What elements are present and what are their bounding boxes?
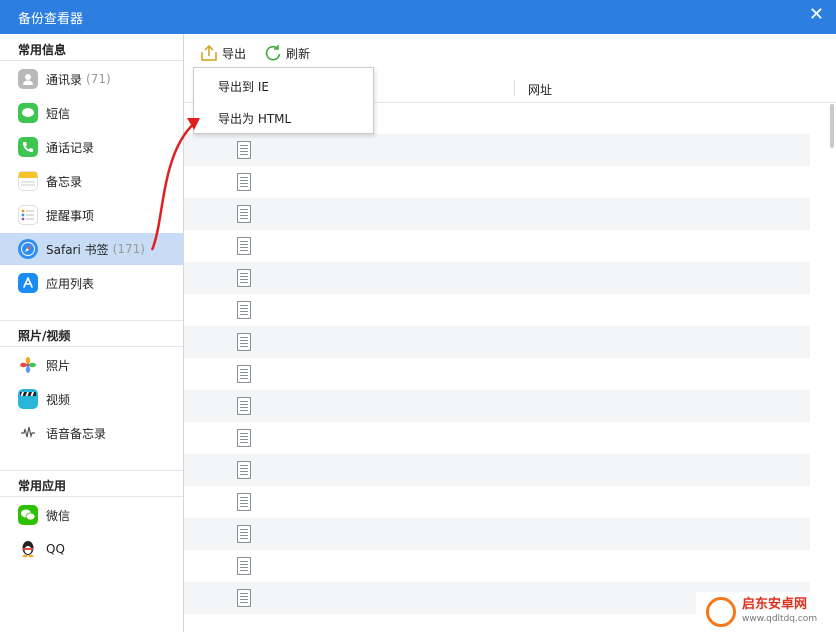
- menu-item-export-html[interactable]: 导出为 HTML: [218, 110, 291, 127]
- sidebar-item-call-log[interactable]: 通话记录: [0, 131, 183, 163]
- photos-icon: [18, 355, 38, 375]
- sidebar-item-qq[interactable]: QQ: [0, 533, 183, 565]
- table-row[interactable]: [184, 486, 810, 518]
- bookmark-doc-icon: [237, 557, 251, 575]
- notes-icon: [18, 171, 38, 191]
- column-header-url[interactable]: 网址: [528, 81, 552, 98]
- watermark-main-text: 启东安卓网: [742, 597, 808, 612]
- refresh-icon: [265, 45, 281, 61]
- group-header-photos-videos: 照片/视频: [18, 329, 71, 343]
- sidebar-item-voice-memos[interactable]: 语音备忘录: [0, 417, 183, 449]
- table-row[interactable]: [184, 230, 810, 262]
- export-menu: 导出到 IE 导出为 HTML: [193, 67, 374, 134]
- sidebar-item-wechat[interactable]: 微信: [0, 499, 183, 531]
- bookmark-doc-icon: [237, 589, 251, 607]
- bookmark-list[interactable]: [184, 102, 824, 632]
- bookmark-doc-icon: [237, 301, 251, 319]
- sidebar-item-notes[interactable]: 备忘录: [0, 165, 183, 197]
- table-row[interactable]: [184, 294, 810, 326]
- sidebar-item-label: 通讯录: [46, 72, 83, 87]
- close-icon[interactable]: ✕: [809, 4, 824, 25]
- sidebar-item-label: 应用列表: [46, 276, 95, 291]
- sidebar-item-label: 微信: [46, 508, 71, 523]
- sidebar-item-messages[interactable]: 短信: [0, 97, 183, 129]
- bookmark-doc-icon: [237, 461, 251, 479]
- bookmark-doc-icon: [237, 269, 251, 287]
- contacts-icon: [18, 69, 38, 89]
- table-row[interactable]: [184, 326, 810, 358]
- sidebar-item-label: 通话记录: [46, 140, 95, 155]
- sidebar-item-label: 照片: [46, 358, 71, 373]
- group-header-common-apps: 常用应用: [18, 479, 67, 493]
- menu-item-export-ie[interactable]: 导出到 IE: [218, 78, 269, 95]
- wechat-icon: [18, 505, 38, 525]
- qq-icon: [18, 539, 38, 559]
- divider: [0, 346, 183, 347]
- export-icon: [201, 44, 217, 61]
- item-count: (171): [112, 242, 145, 256]
- table-row[interactable]: [184, 166, 810, 198]
- sidebar-item-label: 备忘录: [46, 174, 83, 189]
- sidebar-item-label: Safari 书签: [46, 242, 109, 257]
- sidebar-item-app-list[interactable]: 应用列表: [0, 267, 183, 299]
- table-row[interactable]: [184, 422, 810, 454]
- sidebar-item-label: QQ: [46, 542, 65, 556]
- export-label: 导出: [222, 46, 247, 61]
- bookmark-doc-icon: [237, 525, 251, 543]
- sidebar-item-label: 提醒事项: [46, 208, 95, 223]
- table-row[interactable]: [184, 134, 810, 166]
- appstore-icon: [18, 273, 38, 293]
- sidebar-item-photos[interactable]: 照片: [0, 349, 183, 381]
- bookmark-doc-icon: [237, 397, 251, 415]
- phone-icon: [18, 137, 38, 157]
- vertical-scrollbar[interactable]: [828, 102, 836, 632]
- table-row[interactable]: [184, 198, 810, 230]
- column-separator[interactable]: [514, 80, 515, 96]
- item-count: (71): [86, 72, 111, 86]
- sidebar-item-label: 语音备忘录: [46, 426, 107, 441]
- bookmark-doc-icon: [237, 365, 251, 383]
- sidebar-item-contacts[interactable]: 通讯录 (71): [0, 63, 183, 95]
- bookmark-doc-icon: [237, 173, 251, 191]
- safari-icon: [18, 239, 38, 259]
- table-row[interactable]: [184, 550, 810, 582]
- scroll-thumb[interactable]: [830, 104, 834, 148]
- video-icon: [18, 389, 38, 409]
- sidebar-item-reminders[interactable]: 提醒事项: [0, 199, 183, 231]
- bookmark-doc-icon: [237, 333, 251, 351]
- watermark-logo-icon: [706, 597, 736, 627]
- sidebar-item-videos[interactable]: 视频: [0, 383, 183, 415]
- table-row[interactable]: [184, 390, 810, 422]
- watermark-url-text: www.qdltdq.com: [742, 614, 818, 624]
- divider: [0, 60, 183, 61]
- bookmark-doc-icon: [237, 429, 251, 447]
- divider: [0, 470, 183, 471]
- table-row[interactable]: [184, 358, 810, 390]
- divider: [0, 320, 183, 321]
- group-header-common-info: 常用信息: [18, 43, 67, 57]
- refresh-button[interactable]: 刷新: [264, 44, 310, 62]
- sidebar: 常用信息 通讯录 (71) 短信 通话记录 备忘录 提醒事项 Safari 书签…: [0, 34, 184, 632]
- window-title: 备份查看器: [18, 12, 84, 27]
- table-row[interactable]: [184, 518, 810, 550]
- table-row[interactable]: [184, 262, 810, 294]
- bookmark-doc-icon: [237, 493, 251, 511]
- divider: [0, 496, 183, 497]
- bookmark-doc-icon: [237, 141, 251, 159]
- bookmark-doc-icon: [237, 205, 251, 223]
- export-button[interactable]: 导出: [200, 44, 246, 62]
- voice-memo-icon: [18, 423, 38, 443]
- sidebar-item-label: 短信: [46, 106, 71, 121]
- title-bar: 备份查看器 ✕: [0, 0, 836, 34]
- messages-icon: [18, 103, 38, 123]
- watermark: 启东安卓网 www.qdltdq.com: [696, 592, 836, 632]
- reminders-icon: [18, 205, 38, 225]
- bookmark-doc-icon: [237, 237, 251, 255]
- sidebar-item-safari-bookmarks[interactable]: Safari 书签 (171): [0, 233, 183, 265]
- refresh-label: 刷新: [286, 46, 311, 61]
- table-row[interactable]: [184, 454, 810, 486]
- sidebar-item-label: 视频: [46, 392, 71, 407]
